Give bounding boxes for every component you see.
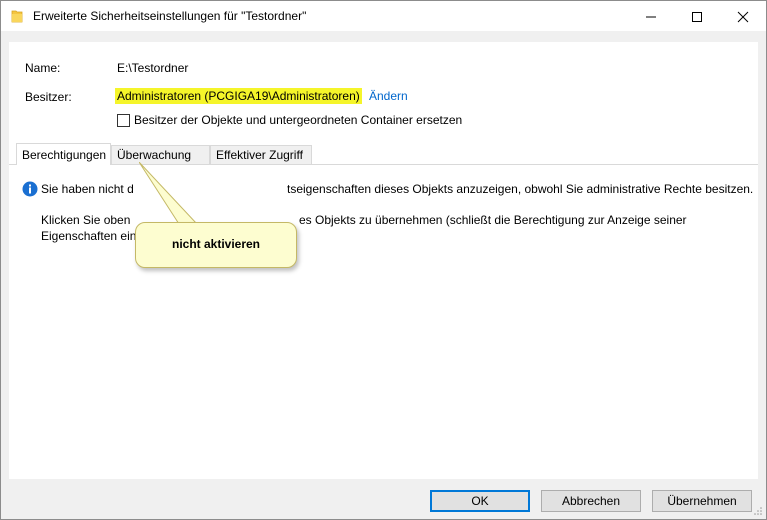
close-icon xyxy=(737,11,749,23)
replace-owner-checkbox[interactable] xyxy=(117,114,130,127)
minimize-button[interactable] xyxy=(628,1,674,31)
info-text-line2-start: Klicken Sie oben xyxy=(41,213,131,227)
close-button[interactable] xyxy=(720,1,766,31)
info-text-line1-start: Sie haben nicht d xyxy=(41,182,134,196)
info-text-line1-end: tseigenschaften dieses Objekts anzuzeige… xyxy=(287,182,754,196)
info-text-line3: Eigenschaften ein). xyxy=(41,229,144,243)
replace-owner-label[interactable]: Besitzer der Objekte und untergeordneten… xyxy=(134,113,462,127)
info-text-line2-end: es Objekts zu übernehmen (schließt die B… xyxy=(299,213,687,227)
apply-button[interactable]: Übernehmen xyxy=(652,490,752,512)
tab-divider xyxy=(9,164,758,165)
name-value: E:\Testordner xyxy=(117,61,189,75)
dialog-window: Erweiterte Sicherheitseinstellungen für … xyxy=(0,0,767,520)
change-owner-link[interactable]: Ändern xyxy=(369,89,408,103)
title-bar: Erweiterte Sicherheitseinstellungen für … xyxy=(1,1,766,31)
maximize-button[interactable] xyxy=(674,1,720,31)
window-title: Erweiterte Sicherheitseinstellungen für … xyxy=(33,9,307,23)
name-label: Name: xyxy=(25,61,61,75)
folder-icon xyxy=(11,9,23,23)
callout-bubble: nicht aktivieren xyxy=(135,222,297,268)
tab-berechtigungen[interactable]: Berechtigungen xyxy=(16,143,111,165)
callout-pointer xyxy=(139,162,199,225)
cancel-button[interactable]: Abbrechen xyxy=(541,490,641,512)
callout-text: nicht aktivieren xyxy=(171,237,261,251)
ok-button[interactable]: OK xyxy=(430,490,530,512)
resize-grip-icon[interactable] xyxy=(753,506,763,516)
info-icon xyxy=(22,181,38,197)
owner-value: Administratoren (PCGIGA19\Administratore… xyxy=(115,88,362,104)
dialog-content: Name: E:\Testordner Besitzer: Administra… xyxy=(9,42,758,479)
owner-label: Besitzer: xyxy=(25,90,72,104)
tab-effektiver-zugriff[interactable]: Effektiver Zugriff xyxy=(210,145,312,164)
